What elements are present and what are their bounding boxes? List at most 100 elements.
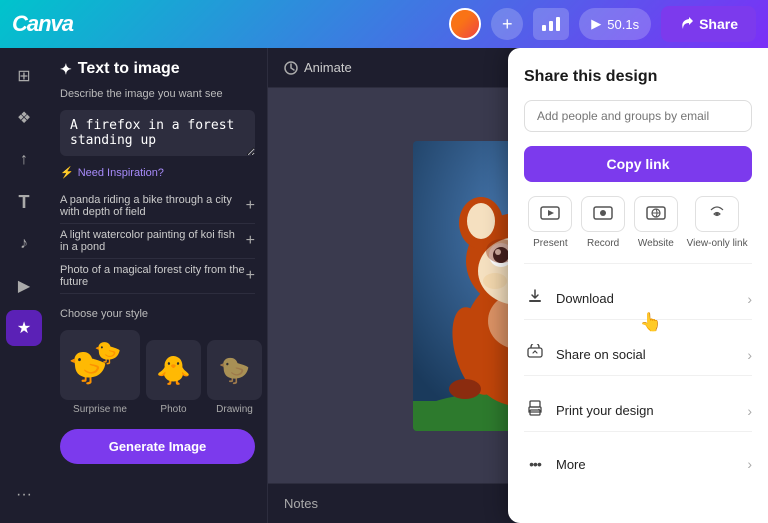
- sidebar-item-text[interactable]: T: [6, 184, 42, 220]
- style-item-surprise[interactable]: 🐤 🐤 Surprise me: [60, 330, 140, 415]
- more-label: More: [556, 457, 737, 472]
- stats-button[interactable]: [533, 8, 569, 40]
- sidebar-item-pages[interactable]: ⊞: [6, 58, 42, 94]
- share-action-more[interactable]: ••• More ›: [524, 446, 752, 482]
- suggestion-text-2: Photo of a magical forest city from the …: [60, 264, 246, 288]
- download-chevron: ›: [747, 291, 752, 307]
- play-time: 50.1s: [607, 17, 639, 32]
- style-thumb-photo: 🐥: [146, 340, 201, 400]
- style-item-drawing[interactable]: 🐤 Drawing: [207, 340, 262, 415]
- style-thumb-drawing: 🐤: [207, 340, 262, 400]
- style-label-surprise: Surprise me: [73, 404, 127, 415]
- suggestion-add-0[interactable]: +: [246, 197, 255, 215]
- duck-photo-icon: 🐥: [156, 354, 191, 387]
- viewonly-link-icon: [707, 206, 727, 222]
- notes-label: Notes: [284, 496, 318, 511]
- social-svg-icon: [527, 344, 543, 360]
- add-button[interactable]: +: [491, 8, 523, 40]
- print-svg-icon: [527, 400, 543, 416]
- animate-icon: [284, 61, 298, 75]
- download-icon: [524, 288, 546, 309]
- print-label: Print your design: [556, 403, 737, 418]
- share-panel-title: Share this design: [524, 68, 752, 86]
- panel-title-label: Text to image: [78, 60, 180, 78]
- canva-logo: Canva: [12, 11, 73, 37]
- chart-icon: [542, 17, 560, 31]
- left-panel: ✦ Text to image Describe the image you w…: [48, 48, 268, 523]
- share-icons-row: Present Record: [524, 196, 752, 249]
- download-label: Download: [556, 291, 737, 306]
- user-avatar[interactable]: [449, 8, 481, 40]
- present-label: Present: [533, 238, 567, 249]
- suggestion-item-2: Photo of a magical forest city from the …: [60, 259, 255, 294]
- website-label: Website: [638, 238, 674, 249]
- social-chevron: ›: [747, 347, 752, 363]
- style-label-drawing: Drawing: [216, 404, 253, 415]
- viewonly-label: View-only link: [687, 238, 748, 249]
- share-social-label: Share on social: [556, 347, 737, 362]
- print-icon: [524, 400, 546, 421]
- copy-link-button[interactable]: Copy link: [524, 146, 752, 182]
- play-button[interactable]: ▶ 50.1s: [579, 8, 651, 40]
- main-content: ⊞ ❖ ↑ T ♪ ▶ ★ ··· ✦ Text to image Descri…: [0, 48, 768, 523]
- share-icon-viewonly[interactable]: View-only link: [687, 196, 748, 249]
- canvas-area: Animate: [268, 48, 768, 523]
- share-icon-present[interactable]: Present: [528, 196, 572, 249]
- describe-label: Describe the image you want see: [60, 88, 255, 100]
- duck-medium-icon: 🐤: [94, 340, 121, 366]
- viewonly-icon-box: [695, 196, 739, 232]
- website-icon-box: [634, 196, 678, 232]
- suggestion-add-1[interactable]: +: [246, 232, 255, 250]
- more-dots-icon: •••: [524, 456, 546, 472]
- animate-button[interactable]: Animate: [284, 60, 352, 75]
- play-icon: ▶: [591, 16, 601, 32]
- download-svg-icon: [527, 288, 543, 304]
- duck-drawing-icon: 🐤: [218, 355, 250, 386]
- topbar: Canva + ▶ 50.1s Share: [0, 0, 768, 48]
- share-action-social[interactable]: Share on social ›: [524, 334, 752, 376]
- sidebar-item-apps[interactable]: ★: [6, 310, 42, 346]
- avatar-image: [451, 10, 479, 38]
- panel-title: ✦ Text to image: [60, 60, 255, 78]
- suggestion-text-1: A light watercolor painting of koi fish …: [60, 229, 246, 253]
- website-icon: [646, 206, 666, 222]
- icon-sidebar: ⊞ ❖ ↑ T ♪ ▶ ★ ···: [0, 48, 48, 523]
- sidebar-item-upload[interactable]: ↑: [6, 142, 42, 178]
- style-item-photo[interactable]: 🐥 Photo: [146, 340, 201, 415]
- present-icon-box: [528, 196, 572, 232]
- share-divider: [524, 263, 752, 264]
- share-icon-website[interactable]: Website: [634, 196, 678, 249]
- suggestions-list: A panda riding a bike through a city wit…: [60, 189, 255, 294]
- sidebar-item-audio[interactable]: ♪: [6, 226, 42, 262]
- sidebar-item-elements[interactable]: ❖: [6, 100, 42, 136]
- share-panel: Share this design Copy link Present: [508, 48, 768, 523]
- share-icon-record[interactable]: Record: [581, 196, 625, 249]
- generate-button[interactable]: Generate Image: [60, 429, 255, 464]
- style-grid: 🐤 🐤 Surprise me 🐥 Photo 🐤 Drawing: [60, 330, 255, 415]
- prompt-input[interactable]: A firefox in a forest standing up: [60, 110, 255, 156]
- share-social-icon: [524, 344, 546, 365]
- share-action-print[interactable]: Print your design ›: [524, 390, 752, 432]
- suggestion-add-2[interactable]: +: [246, 267, 255, 285]
- print-chevron: ›: [747, 403, 752, 419]
- record-label: Record: [587, 238, 619, 249]
- record-icon-box: [581, 196, 625, 232]
- share-icon: [679, 17, 693, 31]
- share-button[interactable]: Share: [661, 6, 756, 42]
- suggestion-text-0: A panda riding a bike through a city wit…: [60, 194, 246, 218]
- suggestion-item-1: A light watercolor painting of koi fish …: [60, 224, 255, 259]
- style-label-photo: Photo: [160, 404, 186, 415]
- lightning-icon: ⚡: [60, 166, 74, 179]
- sidebar-item-video[interactable]: ▶: [6, 268, 42, 304]
- suggestion-item-0: A panda riding a bike through a city wit…: [60, 189, 255, 224]
- style-section-title: Choose your style: [60, 308, 255, 320]
- record-icon: [593, 206, 613, 222]
- text-to-image-icon: ✦: [60, 61, 72, 78]
- more-chevron: ›: [747, 456, 752, 472]
- inspiration-label: Need Inspiration?: [78, 167, 164, 179]
- share-action-download[interactable]: Download ›: [524, 278, 752, 320]
- share-email-input[interactable]: [524, 100, 752, 132]
- sidebar-item-more[interactable]: ···: [6, 477, 42, 513]
- inspiration-link[interactable]: ⚡ Need Inspiration?: [60, 166, 255, 179]
- style-thumb-surprise: 🐤 🐤: [60, 330, 140, 400]
